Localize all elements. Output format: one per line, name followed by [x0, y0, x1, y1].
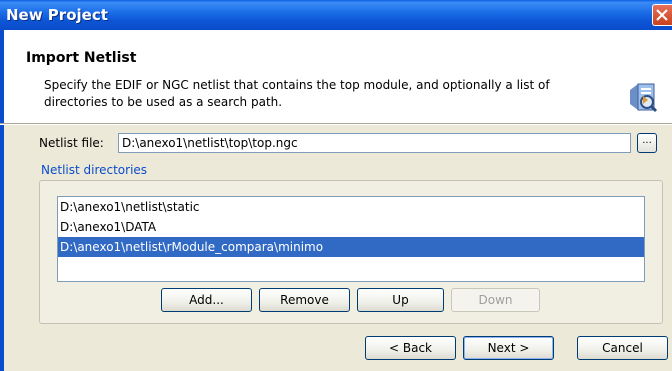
title-bar[interactable]: New Project	[0, 0, 672, 30]
back-button[interactable]: < Back	[365, 336, 456, 360]
close-icon	[656, 9, 668, 21]
page-title: Import Netlist	[26, 50, 137, 66]
netlist-directories-label: Netlist directories	[41, 163, 148, 177]
netlist-file-input[interactable]	[118, 133, 631, 153]
list-item[interactable]: D:\anexo1\DATA	[58, 217, 644, 237]
add-button[interactable]: Add...	[161, 288, 252, 312]
window-title: New Project	[6, 6, 108, 24]
browse-button[interactable]: ...	[637, 133, 657, 153]
list-item[interactable]: D:\anexo1\netlist\static	[58, 197, 644, 217]
page-description: Specify the EDIF or NGC netlist that con…	[44, 78, 550, 109]
netlist-file-label: Netlist file:	[39, 136, 104, 150]
netlist-wizard-icon	[630, 83, 658, 113]
netlist-directories-panel: D:\anexo1\netlist\static D:\anexo1\DATA …	[39, 180, 663, 324]
next-button[interactable]: Next >	[463, 336, 554, 360]
down-button[interactable]: Down	[451, 288, 540, 312]
remove-button[interactable]: Remove	[259, 288, 350, 312]
up-button[interactable]: Up	[357, 288, 444, 312]
cancel-button[interactable]: Cancel	[577, 336, 668, 360]
wizard-header: Import Netlist Specify the EDIF or NGC n…	[0, 30, 672, 123]
list-item-selected[interactable]: D:\anexo1\netlist\rModule_compara\minimo	[58, 237, 644, 257]
close-button[interactable]	[652, 4, 672, 26]
directory-list[interactable]: D:\anexo1\netlist\static D:\anexo1\DATA …	[57, 196, 645, 282]
wizard-body: Netlist file: ... Netlist directories D:…	[0, 125, 672, 371]
